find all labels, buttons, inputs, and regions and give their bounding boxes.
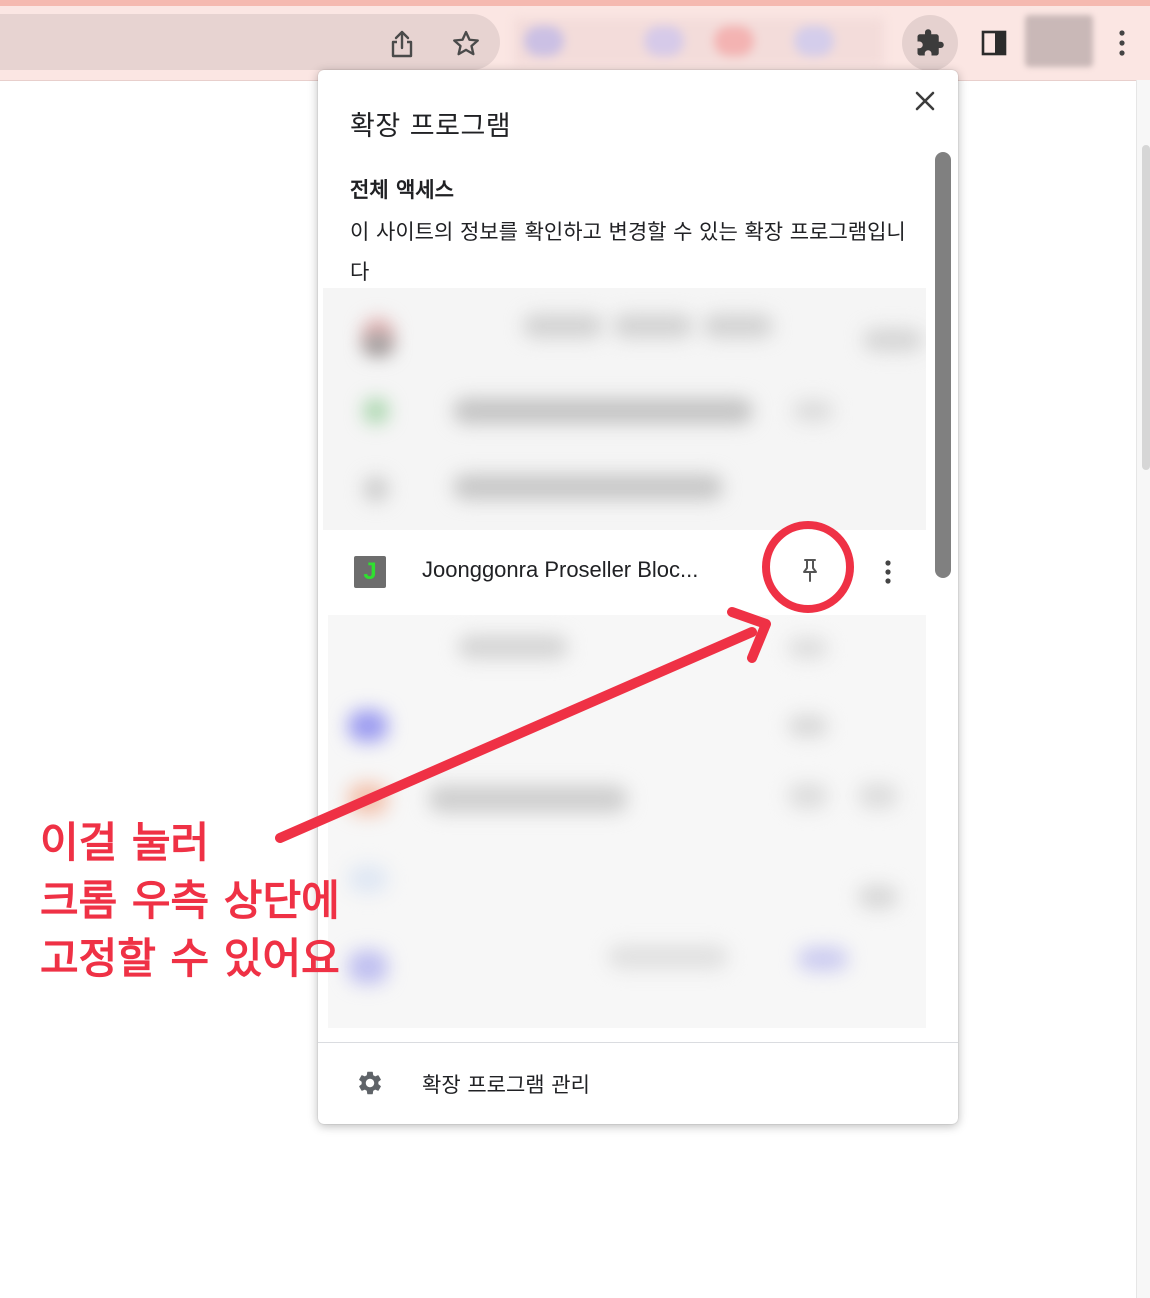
close-button[interactable] — [910, 86, 940, 116]
bookmark-star-icon — [453, 30, 479, 56]
extension-row[interactable]: J Joonggonra Proseller Bloc... — [322, 530, 928, 614]
page-scrollbar-thumb[interactable] — [1142, 145, 1150, 470]
annotation-text: 이걸 눌러 크롬 우측 상단에 고정할 수 있어요 — [40, 814, 340, 988]
vertical-dots-icon — [885, 560, 891, 584]
extensions-menu-popup: 확장 프로그램 전체 액세스 이 사이트의 정보를 확인하고 변경할 수 있는 … — [318, 70, 958, 1124]
section-heading-full-access: 전체 액세스 — [350, 178, 454, 202]
browser-toolbar — [0, 0, 1150, 81]
manage-extensions-label: 확장 프로그램 관리 — [422, 1073, 590, 1097]
extension-more-options-button[interactable] — [870, 552, 906, 592]
pin-icon — [803, 559, 817, 582]
annotation-line: 크롬 우측 상단에 — [40, 876, 340, 925]
kebab-menu-icon — [1119, 30, 1125, 56]
extension-name: Joonggonra Proseller Bloc... — [422, 557, 699, 582]
manage-extensions-button[interactable]: 확장 프로그램 관리 — [318, 1043, 958, 1124]
address-bar[interactable] — [0, 14, 500, 70]
share-icon — [391, 30, 413, 58]
toolbar-accent — [0, 0, 1150, 6]
section-description: 이 사이트의 정보를 확인하고 변경할 수 있는 확장 프로그램입니다 — [350, 220, 906, 284]
extension-icon: J — [354, 556, 386, 588]
annotation-line: 고정할 수 있어요 — [40, 934, 340, 983]
gear-icon — [356, 1069, 384, 1097]
pinned-extensions-area — [514, 18, 884, 66]
close-icon — [915, 91, 935, 111]
extensions-puzzle-icon — [917, 29, 944, 56]
blurred-extension-list-bottom — [328, 615, 926, 1028]
side-panel-icon — [981, 30, 1007, 56]
pin-extension-button[interactable] — [792, 552, 828, 588]
profile-avatar[interactable] — [1025, 15, 1093, 67]
popup-title: 확장 프로그램 — [350, 111, 512, 142]
side-panel-button[interactable] — [974, 23, 1014, 63]
bookmark-star-button[interactable] — [446, 24, 486, 64]
blurred-extension-list-top — [323, 288, 926, 530]
popup-scrollbar-thumb[interactable] — [935, 152, 951, 578]
share-button[interactable] — [382, 24, 422, 64]
browser-menu-button[interactable] — [1104, 23, 1140, 63]
extensions-button[interactable] — [902, 15, 958, 71]
annotation-line: 이걸 눌러 — [40, 818, 210, 867]
